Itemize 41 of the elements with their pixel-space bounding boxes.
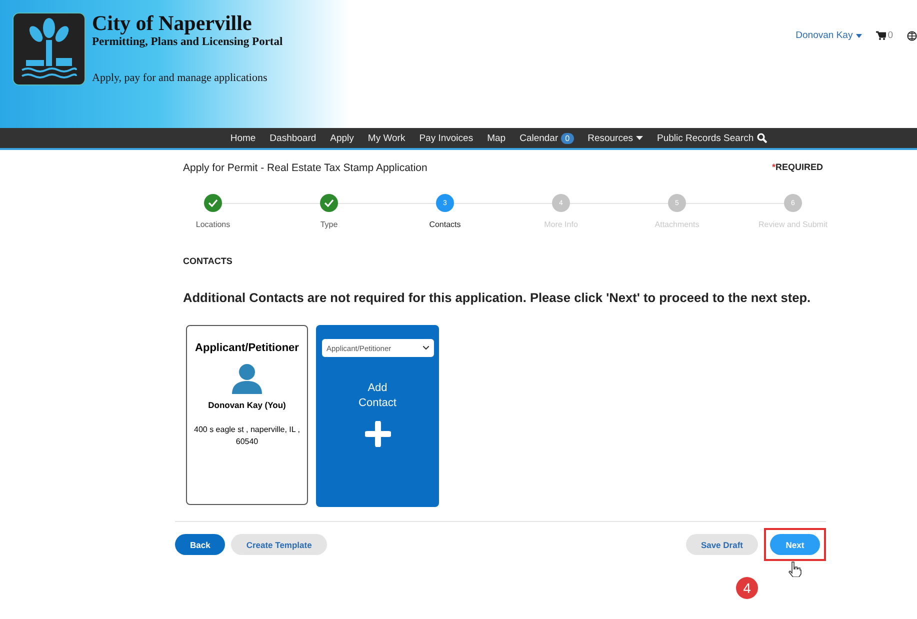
caret-icon	[636, 136, 644, 140]
search-icon	[756, 133, 767, 143]
count-badge: 0	[561, 132, 574, 144]
action-button[interactable]: Create Template	[231, 534, 327, 555]
nav-link[interactable]: Dashboard	[270, 132, 316, 144]
info-message: Additional Contacts are not required for this application. Please click 'Next' to proceed to the next step.	[183, 290, 811, 305]
nav-link[interactable]: Resources	[588, 132, 644, 144]
chevron-icon	[422, 346, 428, 350]
globe-icon[interactable]	[907, 30, 917, 40]
tree-logo-icon[interactable]	[12, 12, 86, 86]
caret-icon	[856, 34, 862, 38]
section-heading: CONTACTS	[183, 256, 234, 266]
site-subtitle: Permitting, Plans and Licensing Portal	[92, 36, 283, 48]
page-title: Apply for Permit - Real Estate Tax Stamp Application	[183, 162, 428, 174]
nav-link[interactable]: My Work	[368, 132, 406, 144]
action-button[interactable]: Save Draft	[686, 534, 758, 555]
user-menu[interactable]: Donovan Kay	[796, 30, 862, 41]
step-label: Type	[320, 220, 338, 229]
contact-role: Applicant/Petitioner	[195, 342, 299, 354]
nav-link[interactable]: Calendar 0	[520, 132, 574, 144]
required-note: *REQUIRED	[772, 162, 823, 174]
plus-icon	[364, 421, 390, 447]
nav-link[interactable]: Home	[230, 132, 256, 144]
contact-address: 400 s eagle st , naperville, IL , 60540	[193, 424, 301, 448]
contact-name: Donovan Kay (You)	[208, 400, 286, 410]
hand-cursor-icon	[788, 561, 802, 577]
nav-link[interactable]: Map	[487, 132, 506, 144]
person-avatar-icon	[230, 362, 264, 394]
step-label: Locations	[196, 220, 230, 229]
contact-card[interactable]: Applicant/Petitioner Donovan Kay (You) 400 s eagle st , naperville, IL , 60540	[186, 325, 308, 505]
cart-link[interactable]: 0	[876, 30, 893, 41]
nav-link[interactable]: Apply	[330, 132, 354, 144]
step-label: Contacts	[429, 220, 461, 229]
nav-link[interactable]: Pay Invoices	[419, 132, 474, 144]
cart-icon	[876, 31, 886, 40]
nav-link[interactable]: Public Records Search	[657, 132, 767, 144]
site-tagline: Apply, pay for and manage applications	[92, 72, 268, 84]
step-callout: 4	[736, 577, 758, 599]
site-title: City of Naperville	[92, 12, 253, 34]
add-contact-label: Add Contact	[358, 381, 398, 411]
action-button[interactable]: Back	[175, 534, 226, 555]
